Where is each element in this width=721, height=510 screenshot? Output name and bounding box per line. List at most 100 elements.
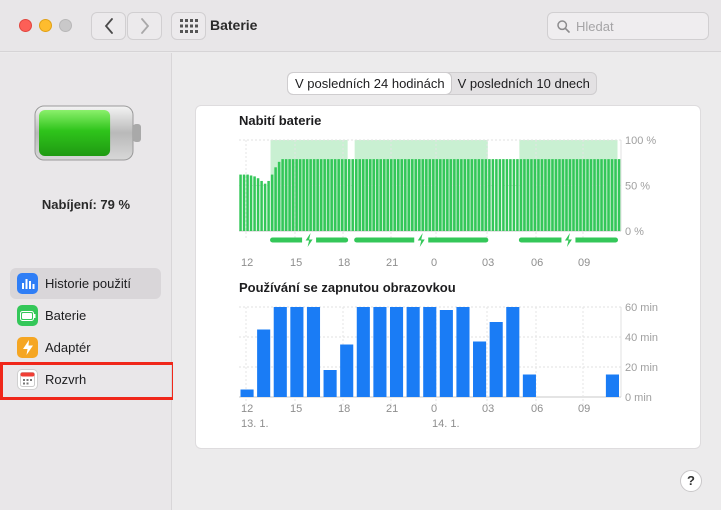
battery-bar	[586, 159, 589, 231]
battery-bar	[372, 159, 375, 231]
battery-bar	[260, 180, 263, 231]
battery-bar	[309, 159, 312, 231]
usage-bar	[340, 344, 354, 397]
battery-bar	[312, 159, 316, 231]
battery-bar	[484, 159, 488, 231]
search-icon	[557, 19, 570, 33]
usage-x-tick-label: 12	[241, 403, 253, 415]
help-button[interactable]: ?	[680, 470, 702, 492]
battery-bar	[498, 159, 502, 231]
usage-bar	[522, 374, 536, 397]
usage-bar	[306, 307, 321, 397]
battery-bar	[572, 159, 575, 231]
battery-bar	[274, 167, 277, 231]
chevron-left-icon	[104, 18, 113, 34]
battery-bar	[326, 159, 330, 231]
usage-bar	[273, 307, 287, 397]
zoom-window-button[interactable]	[59, 19, 72, 32]
grid-icon	[179, 19, 198, 33]
battery-bar	[421, 159, 425, 231]
segment-last-10-days[interactable]: V posledních 10 dnech	[451, 73, 596, 94]
battery-bar	[305, 159, 309, 231]
battery-bar	[502, 159, 505, 231]
usage-date-label: 14. 1.	[432, 418, 460, 430]
battery-bar	[351, 159, 354, 231]
back-button[interactable]	[91, 12, 126, 40]
battery-bar	[361, 159, 365, 231]
battery-bar	[519, 159, 523, 231]
sidebar-item-battery[interactable]: Baterie	[10, 300, 161, 331]
battery-bar	[575, 159, 579, 231]
show-all-button[interactable]	[171, 12, 206, 40]
battery-bar	[617, 159, 621, 231]
battery-y-tick-label: 0 %	[625, 226, 644, 238]
usage-y-tick-label: 60 min	[625, 302, 658, 314]
forward-button[interactable]	[127, 12, 162, 40]
battery-bar	[607, 159, 610, 231]
battery-bar	[344, 159, 347, 231]
battery-bar	[565, 159, 568, 231]
battery-bar	[446, 159, 449, 231]
usage-date-label: 13. 1.	[241, 418, 269, 430]
battery-bar	[295, 159, 298, 231]
battery-bar	[298, 159, 302, 231]
battery-bar	[246, 174, 249, 231]
battery-bar	[516, 159, 519, 231]
sidebar-item-adapter[interactable]: Adaptér	[10, 332, 161, 363]
usage-bar	[389, 307, 404, 397]
sidebar-item-usage-history[interactable]: Historie použití	[10, 268, 161, 299]
battery-status-icon	[34, 105, 144, 166]
battery-bar	[411, 159, 414, 231]
usage-y-tick-label: 40 min	[625, 332, 658, 344]
usage-x-tick-label: 15	[290, 403, 302, 415]
battery-bar	[365, 159, 368, 231]
battery-bar	[428, 159, 432, 231]
search-input[interactable]	[576, 18, 696, 34]
battery-bar	[375, 159, 379, 231]
charts-canvas: Nabití baterie100 %50 %0 %12 15 18 21 0 03 06 0…	[239, 113, 658, 430]
usage-bar	[240, 389, 254, 397]
battery-bar	[523, 159, 526, 231]
usage-bar	[456, 307, 470, 397]
sidebar-item-label: Baterie	[45, 308, 87, 323]
battery-bar	[386, 159, 390, 231]
battery-bar	[267, 180, 270, 231]
chevron-right-icon	[140, 18, 149, 34]
battery-bar	[589, 159, 593, 231]
battery-bar	[404, 159, 407, 231]
battery-bar	[400, 159, 404, 231]
usage-bar	[257, 329, 271, 397]
battery-bar	[414, 159, 418, 231]
battery-bar	[512, 159, 516, 231]
battery-bar	[533, 159, 537, 231]
battery-bar	[249, 175, 253, 231]
search-field[interactable]	[547, 12, 709, 40]
usage-bar	[439, 310, 453, 397]
battery-bar	[477, 159, 481, 231]
battery-x-tick-label: 21	[386, 257, 398, 269]
battery-bar	[291, 159, 295, 231]
battery-bar	[277, 161, 281, 231]
usage-x-tick-label: 18	[338, 403, 350, 415]
battery-bar	[270, 174, 274, 231]
battery-bar	[288, 159, 291, 231]
battery-bar	[488, 159, 491, 231]
battery-x-tick-label: 15	[290, 257, 302, 269]
bar-chart-icon	[17, 273, 38, 294]
battery-y-tick-label: 50 %	[625, 181, 650, 193]
window-title: Baterie	[210, 17, 258, 33]
sidebar-item-label: Adaptér	[45, 340, 91, 355]
lightning-icon	[17, 337, 38, 358]
segment-last-24-hours[interactable]: V posledních 24 hodinách	[288, 73, 451, 94]
battery-bar	[256, 178, 260, 231]
battery-bar	[263, 183, 267, 231]
minimize-window-button[interactable]	[39, 19, 52, 32]
battery-bar	[554, 159, 558, 231]
time-range-segmented-control[interactable]: V posledních 24 hodinách V posledních 10…	[287, 72, 597, 95]
battery-bar	[397, 159, 400, 231]
battery-bar	[456, 159, 460, 231]
battery-bar	[610, 159, 614, 231]
battery-bar	[323, 159, 326, 231]
battery-bar	[316, 159, 319, 231]
close-window-button[interactable]	[19, 19, 32, 32]
